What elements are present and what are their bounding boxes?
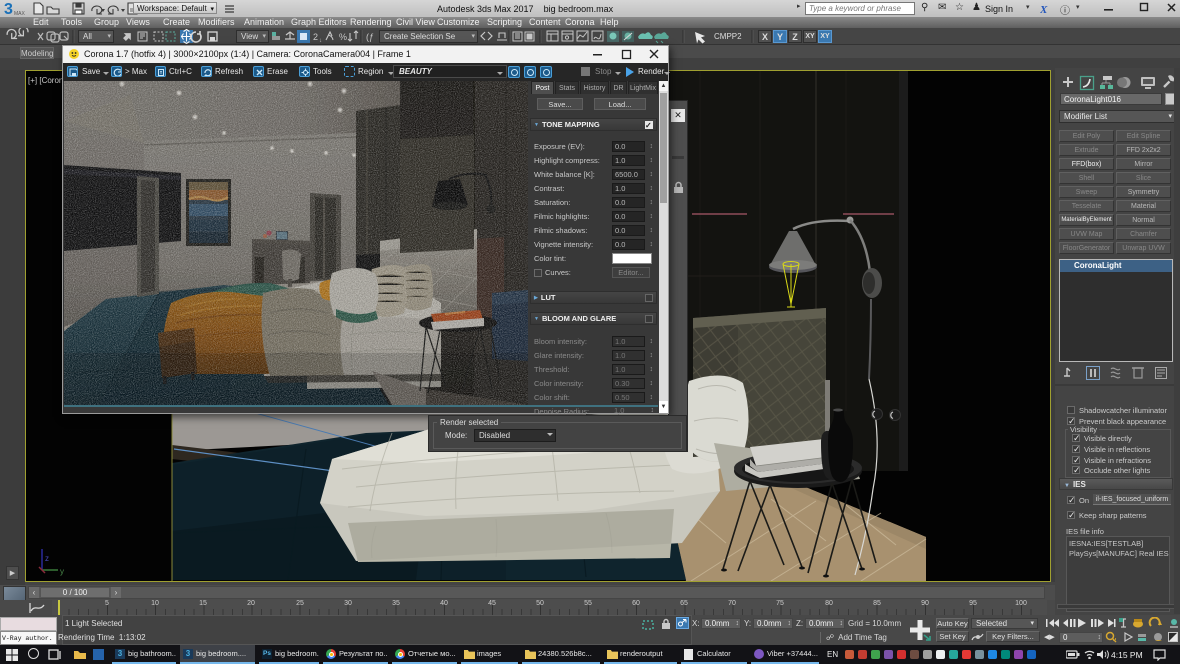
svg-text:y: y: [60, 567, 64, 576]
svg-text:(ƒ: (ƒ: [366, 32, 374, 42]
svg-text:z: z: [45, 554, 49, 563]
svg-text:%: %: [339, 32, 347, 42]
svg-text:↓: ↓: [319, 38, 322, 44]
svg-text:2: 2: [313, 32, 318, 42]
svg-text:X: X: [1040, 4, 1048, 14]
svg-text:3: 3: [4, 1, 13, 17]
svg-text:CMPP2: CMPP2: [714, 32, 742, 41]
